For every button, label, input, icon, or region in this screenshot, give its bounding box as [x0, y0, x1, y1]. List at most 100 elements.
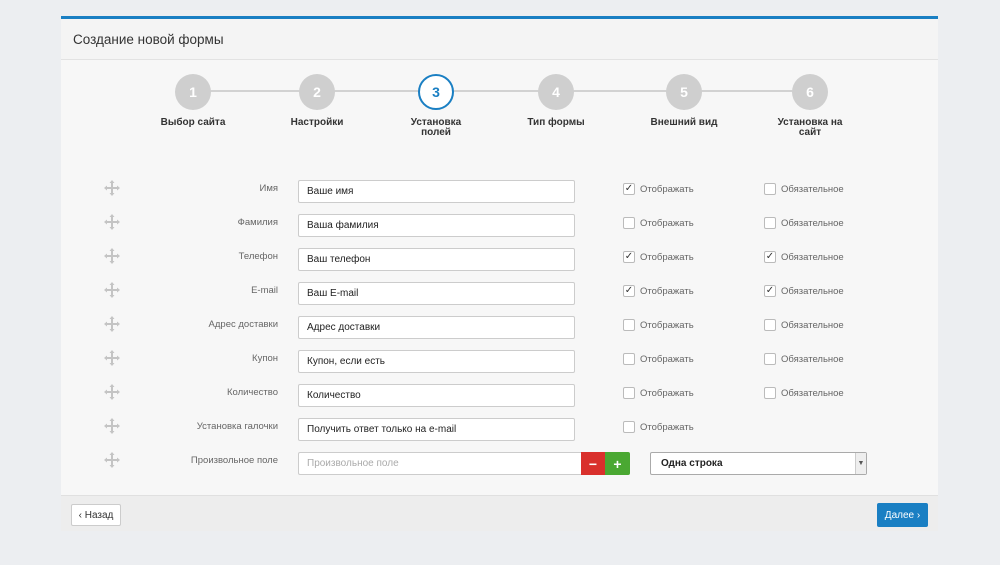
field-label: Количество: [226, 387, 278, 398]
next-button[interactable]: Далее ›: [877, 503, 928, 527]
field-label: Телефон: [238, 251, 278, 262]
field-input[interactable]: Ваш телефон: [298, 248, 575, 271]
field-input[interactable]: Получить ответ только на e-mail: [298, 418, 575, 441]
required-label: Обязательное: [781, 353, 844, 365]
wizard-step-1[interactable]: 1 Выбор сайта: [138, 74, 248, 128]
show-label: Отображать: [640, 285, 694, 297]
show-checkbox[interactable]: [623, 387, 635, 399]
required-label: Обязательное: [781, 319, 844, 331]
field-input[interactable]: Ваша фамилия: [298, 214, 575, 237]
required-checkbox[interactable]: [764, 319, 776, 331]
show-label: Отображать: [640, 387, 694, 399]
show-checkbox[interactable]: [623, 319, 635, 331]
field-input[interactable]: Количество: [298, 384, 575, 407]
wizard-step-4[interactable]: 4 Тип формы: [501, 74, 611, 128]
field-row: Адрес доставки Адрес доставки Отображать Об…: [61, 314, 938, 339]
drag-handle-icon[interactable]: [104, 452, 120, 468]
add-field-button[interactable]: +: [605, 452, 630, 475]
drag-handle-icon[interactable]: [104, 248, 120, 264]
field-row: Имя Ваше имя ✓ Отображать Обязательное: [61, 178, 938, 203]
step-label: Установка полей: [410, 117, 462, 138]
field-row: Установка галочки Получить ответ только н…: [61, 416, 938, 441]
panel-header: Создание новой формы: [61, 19, 938, 60]
wizard-step-5[interactable]: 5 Внешний вид: [629, 74, 739, 128]
step-number: 3: [418, 74, 454, 110]
show-toggle[interactable]: Отображать: [623, 319, 694, 331]
step-number: 2: [299, 74, 335, 110]
wizard-steps: 1 Выбор сайта 2 Настройки 3 Установка полей 4 Т…: [61, 74, 938, 154]
remove-field-button[interactable]: −: [581, 452, 605, 475]
show-toggle[interactable]: ✓ Отображать: [623, 183, 694, 195]
required-checkbox[interactable]: [764, 387, 776, 399]
show-toggle[interactable]: ✓ Отображать: [623, 251, 694, 263]
required-label: Обязательное: [781, 285, 844, 297]
field-input[interactable]: Ваше имя: [298, 180, 575, 203]
step-label: Тип формы: [527, 117, 585, 128]
required-checkbox[interactable]: ✓: [764, 285, 776, 297]
drag-handle-icon[interactable]: [104, 350, 120, 366]
step-number: 6: [792, 74, 828, 110]
required-checkbox[interactable]: ✓: [764, 251, 776, 263]
show-label: Отображать: [640, 421, 694, 433]
field-input[interactable]: Купон, если есть: [298, 350, 575, 373]
field-label: Установка галочки: [196, 421, 278, 432]
required-toggle[interactable]: ✓ Обязательное: [764, 251, 844, 263]
step-number: 4: [538, 74, 574, 110]
required-checkbox[interactable]: [764, 183, 776, 195]
required-toggle[interactable]: Обязательное: [764, 353, 844, 365]
custom-field-label: Произвольное поле: [190, 455, 278, 466]
wizard-step-3[interactable]: 3 Установка полей: [381, 74, 491, 138]
show-toggle[interactable]: Отображать: [623, 217, 694, 229]
show-checkbox[interactable]: [623, 353, 635, 365]
field-input[interactable]: Ваш E-mail: [298, 282, 575, 305]
field-row: Телефон Ваш телефон ✓ Отображать ✓ Обязательн…: [61, 246, 938, 271]
drag-handle-icon[interactable]: [104, 384, 120, 400]
required-toggle[interactable]: Обязательное: [764, 387, 844, 399]
show-toggle[interactable]: ✓ Отображать: [623, 285, 694, 297]
field-label: Купон: [252, 353, 278, 364]
show-checkbox[interactable]: ✓: [623, 285, 635, 297]
show-label: Отображать: [640, 183, 694, 195]
field-row: Количество Количество Отображать Обязательн…: [61, 382, 938, 407]
field-type-value: Одна строка: [661, 458, 723, 469]
show-label: Отображать: [640, 319, 694, 331]
field-type-select[interactable]: Одна строка ▼: [650, 452, 867, 475]
wizard-step-2[interactable]: 2 Настройки: [262, 74, 372, 128]
chevron-down-icon: ▼: [855, 453, 866, 474]
show-toggle[interactable]: Отображать: [623, 421, 694, 433]
drag-handle-icon[interactable]: [104, 316, 120, 332]
required-checkbox[interactable]: [764, 217, 776, 229]
field-row: Купон Купон, если есть Отображать Обязатель…: [61, 348, 938, 373]
show-label: Отображать: [640, 353, 694, 365]
drag-handle-icon[interactable]: [104, 180, 120, 196]
show-checkbox[interactable]: [623, 217, 635, 229]
show-checkbox[interactable]: ✓: [623, 251, 635, 263]
required-toggle[interactable]: Обязательное: [764, 319, 844, 331]
field-label: Имя: [259, 183, 278, 194]
show-checkbox[interactable]: [623, 421, 635, 433]
field-label: Адрес доставки: [208, 319, 278, 330]
field-input[interactable]: Адрес доставки: [298, 316, 575, 339]
show-checkbox[interactable]: ✓: [623, 183, 635, 195]
required-checkbox[interactable]: [764, 353, 776, 365]
custom-field-input[interactable]: Произвольное поле: [298, 452, 581, 475]
required-toggle[interactable]: Обязательное: [764, 217, 844, 229]
back-button[interactable]: ‹ Назад: [71, 504, 121, 526]
required-label: Обязательное: [781, 217, 844, 229]
required-toggle[interactable]: Обязательное: [764, 183, 844, 195]
show-toggle[interactable]: Отображать: [623, 387, 694, 399]
required-toggle[interactable]: ✓ Обязательное: [764, 285, 844, 297]
drag-handle-icon[interactable]: [104, 282, 120, 298]
field-row: Фамилия Ваша фамилия Отображать Обязательно…: [61, 212, 938, 237]
required-label: Обязательное: [781, 387, 844, 399]
wizard-step-6[interactable]: 6 Установка на сайт: [755, 74, 865, 138]
drag-handle-icon[interactable]: [104, 418, 120, 434]
show-toggle[interactable]: Отображать: [623, 353, 694, 365]
field-label: E-mail: [251, 285, 278, 296]
drag-handle-icon[interactable]: [104, 214, 120, 230]
step-number: 1: [175, 74, 211, 110]
show-label: Отображать: [640, 251, 694, 263]
step-label: Внешний вид: [650, 117, 718, 128]
page-title: Создание новой формы: [73, 31, 224, 47]
field-row: E-mail Ваш E-mail ✓ Отображать ✓ Обязательное: [61, 280, 938, 305]
